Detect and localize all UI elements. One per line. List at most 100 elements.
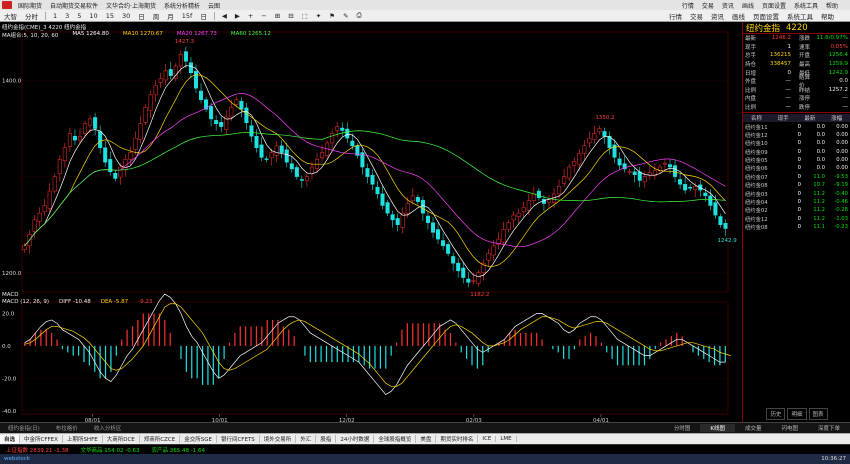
- toolbar-button[interactable]: 周: [149, 11, 164, 21]
- toolbar-button[interactable]: ⚑: [325, 12, 339, 20]
- market-tab[interactable]: 大商所DCE: [103, 435, 140, 443]
- contract-change: -0.23: [834, 224, 848, 231]
- candle-body: [557, 185, 562, 195]
- market-tab[interactable]: 银行间CFETS: [217, 435, 260, 443]
- contract-change: -0.28: [834, 207, 848, 214]
- panel-button[interactable]: 历史: [766, 408, 786, 420]
- market-tab[interactable]: 股指: [316, 435, 337, 443]
- contract-row[interactable]: 纽约金08 0 10.7 -9.19: [743, 181, 850, 189]
- bottom-tab[interactable]: 收入分析区: [86, 424, 130, 432]
- toolbar-right-button[interactable]: 系统工具: [783, 11, 817, 21]
- market-tab[interactable]: 外汇: [296, 435, 317, 443]
- toolbar-button[interactable]: 3: [61, 12, 73, 20]
- candle-body: [47, 190, 52, 209]
- menu-item[interactable]: 系统分析精析: [160, 1, 204, 10]
- menu-right-item[interactable]: 帮助: [822, 1, 842, 10]
- toolbar-button[interactable]: 大智: [0, 11, 21, 21]
- toolbar-button[interactable]: ▶: [231, 12, 244, 20]
- market-tab[interactable]: 境外交易所: [260, 435, 297, 443]
- toolbar-button[interactable]: 日: [196, 11, 211, 21]
- toolbar-button[interactable]: −: [257, 12, 270, 20]
- candle-body: [309, 166, 314, 174]
- toolbar-button[interactable]: 分时: [21, 11, 42, 21]
- market-tab[interactable]: 中金所CFFEX: [20, 435, 63, 443]
- kline-chart-area[interactable]: 1400.0 1200.0 1427.3 1182.2 1350.2 1242.9 20.0…: [0, 22, 742, 422]
- contract-price: 0.0: [816, 157, 825, 164]
- candle-body: [602, 131, 607, 137]
- quote-value: 136215: [770, 52, 791, 59]
- candle-body: [178, 54, 183, 67]
- menu-right-item[interactable]: 资讯: [718, 1, 738, 10]
- toolbar-button[interactable]: 月: [163, 11, 178, 21]
- menu-item[interactable]: 云图: [204, 1, 224, 10]
- contract-row[interactable]: 纽约金12 0 11.2 -1.03: [743, 215, 850, 223]
- toolbar-button[interactable]: 30: [118, 12, 134, 20]
- toolbar-button[interactable]: +: [244, 12, 257, 20]
- chart-view-tab[interactable]: 分时图: [664, 424, 701, 432]
- toolbar-right-button[interactable]: 页面设置: [749, 11, 783, 21]
- market-tab[interactable]: 自选: [0, 435, 21, 443]
- contract-row[interactable]: 纽约金07 0 11.0 -9.53: [743, 173, 850, 181]
- toolbar-button[interactable]: 5: [73, 12, 85, 20]
- chart-view-tab[interactable]: 闪电图: [771, 424, 808, 432]
- toolbar-button[interactable]: 1: [49, 12, 61, 20]
- contract-row[interactable]: 纽约金10 0 0.0 0.00: [743, 139, 850, 147]
- toolbar-right-button[interactable]: 资讯: [707, 11, 728, 21]
- market-tab[interactable]: ICE: [478, 436, 497, 442]
- chart-view-tab[interactable]: 深度下单: [808, 424, 850, 432]
- contract-row[interactable]: 纽约金09 0 0.0 0.00: [743, 148, 850, 156]
- toolbar-right-button[interactable]: 画线: [728, 11, 749, 21]
- chart-view-tab[interactable]: 成交量: [735, 424, 772, 432]
- menu-right-item[interactable]: 画线: [738, 1, 758, 10]
- chart-view-tab[interactable]: K线图: [700, 424, 735, 432]
- toolbar-button[interactable]: ✎: [339, 12, 352, 20]
- candle-body: [688, 186, 693, 189]
- menu-item[interactable]: 国际期货: [14, 1, 46, 10]
- menu-right-item[interactable]: 交易: [698, 1, 718, 10]
- toolbar-button[interactable]: ⎙: [353, 11, 366, 20]
- contract-row[interactable]: 纽约金02 0 11.2 -0.28: [743, 206, 850, 214]
- toolbar-button[interactable]: 日: [134, 11, 149, 21]
- market-tab[interactable]: 期货实时排名: [436, 435, 479, 443]
- toolbar-right-button[interactable]: 交易: [686, 11, 707, 21]
- toolbar-right-button[interactable]: 行情: [665, 11, 686, 21]
- toolbar-button[interactable]: ⊟: [284, 12, 297, 20]
- menu-right-item[interactable]: 行情: [678, 1, 698, 10]
- market-tab[interactable]: 金交所SGE: [180, 435, 217, 443]
- toolbar-button[interactable]: 15: [102, 12, 118, 20]
- contract-row[interactable]: 纽约金12 0 0.0 0.00: [743, 131, 850, 139]
- candle-body: [93, 117, 98, 129]
- toolbar-button[interactable]: 10: [85, 12, 101, 20]
- bottom-tab[interactable]: 纽约金指(日): [0, 424, 48, 432]
- menu-item[interactable]: 自动期货交易软件: [46, 1, 102, 10]
- market-tab[interactable]: 全球股指概览: [374, 435, 417, 443]
- menu-item[interactable]: 文华合约·上海期货: [102, 1, 160, 10]
- contract-row[interactable]: 纽约金05 0 0.0 0.00: [743, 156, 850, 164]
- kline-chart-svg[interactable]: 1400.0 1200.0 1427.3 1182.2 1350.2 1242.9 20.0…: [0, 22, 742, 422]
- toolbar-button[interactable]: ⬚: [298, 12, 312, 20]
- market-tab[interactable]: LME: [496, 436, 517, 442]
- contract-row[interactable]: 纽约金03 0 11.2 -0.40: [743, 189, 850, 198]
- toolbar-button[interactable]: ✦: [312, 12, 325, 20]
- contract-row[interactable]: 纽约金04 0 11.2 -0.46: [743, 198, 850, 206]
- market-tab[interactable]: 美盘: [416, 435, 437, 443]
- toolbar-button[interactable]: 15f: [178, 12, 197, 20]
- panel-button[interactable]: 明细: [787, 408, 807, 420]
- panel-button[interactable]: 图表: [808, 408, 828, 420]
- contract-row[interactable]: 纽约金11 0 0.0 0.00: [743, 122, 850, 131]
- toolbar-button[interactable]: ⊞: [271, 12, 284, 20]
- quote-key: 总手: [745, 53, 757, 60]
- contract-price: 11.2: [813, 215, 825, 222]
- market-tab[interactable]: 郑商所CZCE: [140, 435, 181, 443]
- bottom-tab[interactable]: 布拉格价: [48, 424, 86, 432]
- contract-row[interactable]: 纽约金08 0 11.1 -0.23: [743, 223, 850, 231]
- menu-right-item[interactable]: 页面设置: [758, 1, 790, 10]
- toolbar-right-button[interactable]: 帮助: [817, 11, 838, 21]
- toolbar-button[interactable]: ◀: [218, 12, 231, 20]
- candle-body: [491, 245, 496, 256]
- contract-row[interactable]: 纽约金06 0 0.0 0.00: [743, 164, 850, 172]
- market-tab[interactable]: 上期所SHFE: [63, 435, 103, 443]
- quote-value-2: 1256.4: [828, 52, 848, 59]
- market-tab[interactable]: 24小时数据: [336, 435, 375, 443]
- menu-right-item[interactable]: 系统工具: [790, 1, 822, 10]
